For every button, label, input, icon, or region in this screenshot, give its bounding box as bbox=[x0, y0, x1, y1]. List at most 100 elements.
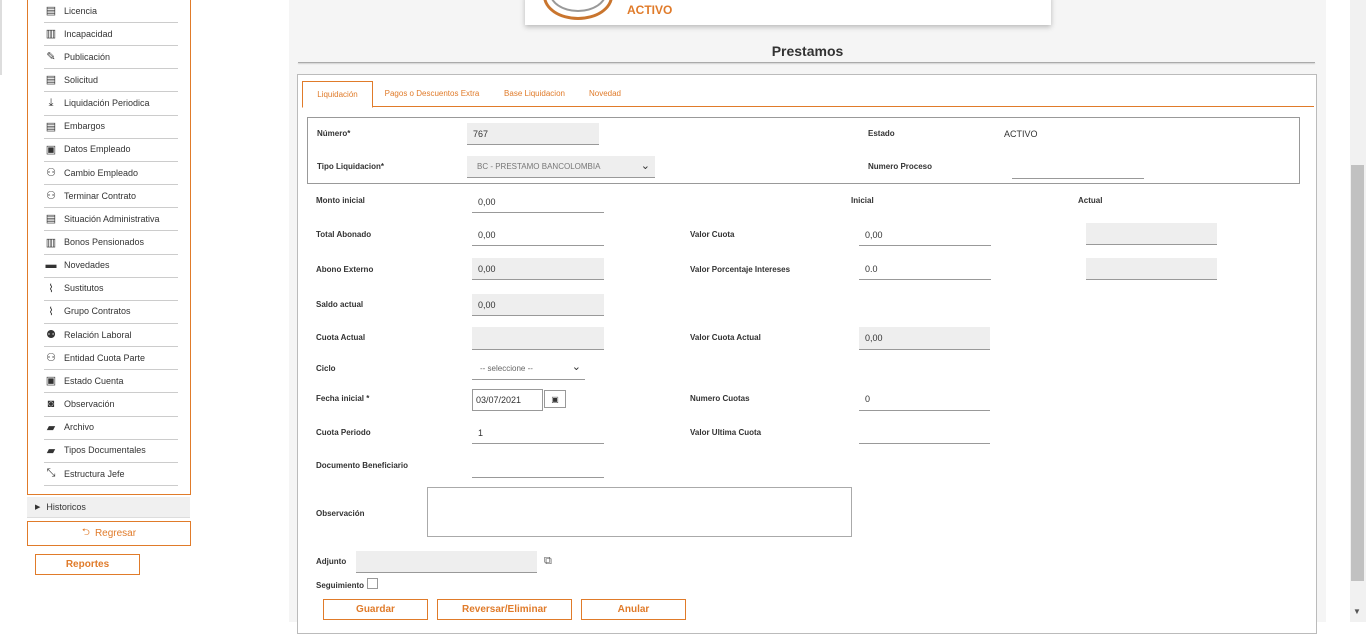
ciclo-value: -- seleccione -- bbox=[480, 364, 533, 373]
sidebar-item[interactable]: ▰ Tipos Documentales bbox=[44, 439, 178, 463]
numero-cuotas-field[interactable]: 0 bbox=[859, 388, 990, 411]
valor-cuota-label: Valor Cuota bbox=[690, 230, 735, 239]
left-edge-divider bbox=[0, 0, 2, 75]
list-icon: ▤ bbox=[45, 5, 57, 17]
sidebar-item-label: Incapacidad bbox=[64, 28, 113, 39]
observacion-textarea[interactable] bbox=[427, 487, 852, 537]
sidebar-item[interactable]: ▤ Licencia bbox=[44, 0, 178, 23]
sidebar-item[interactable]: ✎ Publicación bbox=[44, 45, 178, 70]
abono-externo-label: Abono Externo bbox=[316, 265, 374, 274]
sidebar-item[interactable]: ⌇ Sustitutos bbox=[44, 277, 178, 301]
sidebar-item[interactable]: ⤓ Liquidación Periodica bbox=[44, 92, 178, 116]
calendar-icon: ▣ bbox=[551, 394, 559, 404]
abono-externo-field[interactable]: 0,00 bbox=[472, 258, 604, 280]
scroll-down-arrow-icon[interactable]: ▼ bbox=[1353, 607, 1361, 616]
attach-icon[interactable]: ⧉ bbox=[544, 555, 552, 568]
saldo-actual-label: Saldo actual bbox=[316, 300, 364, 309]
valor-cuota-actual-field[interactable] bbox=[1086, 223, 1217, 245]
book-icon: ▥ bbox=[45, 28, 57, 41]
numero-field[interactable]: 767 bbox=[467, 123, 599, 145]
pencil-icon: ✎ bbox=[46, 51, 56, 64]
regresar-button[interactable]: ⮌ Regresar bbox=[27, 521, 191, 546]
reversar-eliminar-button[interactable]: Reversar/Eliminar bbox=[437, 599, 572, 620]
sidebar-item[interactable]: ▬ Novedades bbox=[44, 254, 178, 278]
ciclo-label: Ciclo bbox=[316, 364, 336, 373]
sidebar-item[interactable]: ▣ Datos Empleado bbox=[44, 138, 178, 162]
fecha-inicial-label: Fecha inicial * bbox=[316, 394, 370, 403]
chevron-down-icon: ⌄ bbox=[640, 160, 650, 172]
valor-cuota-actual-value-field[interactable]: 0,00 bbox=[859, 327, 990, 350]
sidebar-item-label: Archivo bbox=[64, 422, 95, 433]
observacion-label: Observación bbox=[316, 509, 365, 518]
monto-inicial-field[interactable]: 0,00 bbox=[472, 191, 604, 213]
sidebar-item[interactable]: ▤ Embargos bbox=[44, 115, 178, 139]
anular-button[interactable]: Anular bbox=[581, 599, 686, 620]
sidebar-item-label: Novedades bbox=[64, 260, 110, 271]
sidebar-item[interactable]: ▥ Incapacidad bbox=[44, 22, 178, 47]
user-plus-icon: ⚇ bbox=[46, 167, 56, 180]
folder-open-icon: ▰ bbox=[46, 421, 56, 434]
seguimiento-checkbox[interactable] bbox=[367, 578, 378, 589]
sidebar-item-label: Situación Administrativa bbox=[64, 213, 160, 224]
sidebar-item[interactable]: ◙ Observación bbox=[44, 393, 178, 417]
sidebar-item[interactable]: ▰ Archivo bbox=[44, 416, 178, 440]
adjunto-label: Adjunto bbox=[316, 557, 347, 566]
sidebar-item[interactable]: ⚇ Cambio Empleado bbox=[44, 161, 178, 186]
cuota-periodo-field[interactable]: 1 bbox=[472, 422, 604, 444]
sidebar-item-label: Relación Laboral bbox=[64, 329, 132, 340]
inicial-header: Inicial bbox=[851, 196, 874, 205]
sidebar-item[interactable]: ▤ Situación Administrativa bbox=[44, 207, 178, 232]
calendar-button[interactable]: ▣ bbox=[544, 390, 566, 408]
sidebar-item[interactable]: ⤡ Estructura Jefe bbox=[44, 462, 178, 486]
historicos-toggle[interactable]: ▶ Historicos bbox=[27, 497, 190, 518]
valor-porcentaje-actual-field[interactable] bbox=[1086, 258, 1217, 280]
monto-inicial-label: Monto inicial bbox=[316, 196, 365, 205]
regresar-label: Regresar bbox=[94, 528, 137, 539]
page-title: Prestamos bbox=[771, 43, 844, 59]
fecha-inicial-field[interactable]: 03/07/2021 bbox=[472, 389, 543, 411]
sidebar-item-label: Licencia bbox=[64, 5, 98, 16]
guardar-button[interactable]: Guardar bbox=[323, 599, 428, 620]
cuota-actual-field[interactable] bbox=[472, 327, 604, 350]
tab-base-liquidacion[interactable]: Base Liquidacion bbox=[496, 81, 573, 106]
list-icon: ▤ bbox=[45, 120, 57, 133]
user-remove-icon: ⚇ bbox=[46, 190, 56, 203]
tab-liquidacion[interactable]: Liquidación bbox=[302, 81, 373, 108]
sidebar-item[interactable]: ⚇ Entidad Cuota Parte bbox=[44, 346, 178, 371]
sidebar-item[interactable]: ▤ Solicitud bbox=[44, 68, 178, 93]
return-icon: ⮌ bbox=[81, 527, 90, 538]
sidebar-item[interactable]: ⚉ Relación Laboral bbox=[44, 323, 178, 348]
sidebar-item[interactable]: ⚇ Terminar Contrato bbox=[44, 184, 178, 209]
document-icon: ▤ bbox=[45, 74, 57, 87]
tab-pagos-descuentos[interactable]: Pagos o Descuentos Extra bbox=[378, 81, 486, 106]
valor-cuota-inicial-field[interactable]: 0,00 bbox=[859, 224, 991, 246]
numero-proceso-label: Numero Proceso bbox=[868, 162, 933, 171]
tab-bar-line bbox=[302, 106, 1314, 107]
cuota-actual-label: Cuota Actual bbox=[316, 333, 366, 342]
sidebar-item-label: Liquidación Periodica bbox=[64, 98, 150, 109]
tipo-liquidacion-select[interactable]: BC - PRESTAMO BANCOLOMBIA ⌄ bbox=[467, 156, 655, 178]
download-icon: ⤓ bbox=[48, 96, 54, 109]
valor-porcentaje-inicial-field[interactable]: 0.0 bbox=[859, 258, 991, 280]
sidebar-item[interactable]: ⌇ Grupo Contratos bbox=[44, 300, 178, 324]
total-abonado-field[interactable]: 0,00 bbox=[472, 224, 604, 246]
sidebar-item[interactable]: ▥ Bonos Pensionados bbox=[44, 231, 178, 255]
numero-label: Número* bbox=[317, 129, 351, 138]
documento-beneficiario-label: Documento Beneficiario bbox=[316, 461, 409, 470]
reportes-button[interactable]: Reportes bbox=[35, 554, 140, 575]
scrollbar-thumb[interactable] bbox=[1351, 165, 1364, 581]
sidebar-item-label: Sustitutos bbox=[64, 283, 104, 294]
adjunto-field[interactable] bbox=[356, 551, 537, 573]
sidebar-item[interactable]: ▣ Estado Cuenta bbox=[44, 369, 178, 394]
seguimiento-label: Seguimiento bbox=[316, 581, 365, 590]
tab-novedad[interactable]: Novedad bbox=[582, 81, 628, 106]
sidebar-item-label: Entidad Cuota Parte bbox=[64, 352, 146, 363]
paperclip-icon: ⌇ bbox=[48, 305, 54, 318]
numero-proceso-field[interactable] bbox=[1012, 157, 1144, 179]
valor-ultima-cuota-field[interactable] bbox=[859, 422, 990, 444]
camera-icon: ◙ bbox=[47, 398, 55, 411]
ciclo-select[interactable]: -- seleccione -- ⌄ bbox=[472, 358, 585, 380]
valor-cuota-actual-label: Valor Cuota Actual bbox=[690, 333, 761, 342]
saldo-actual-field[interactable]: 0,00 bbox=[472, 294, 604, 316]
documento-beneficiario-field[interactable] bbox=[472, 456, 604, 478]
